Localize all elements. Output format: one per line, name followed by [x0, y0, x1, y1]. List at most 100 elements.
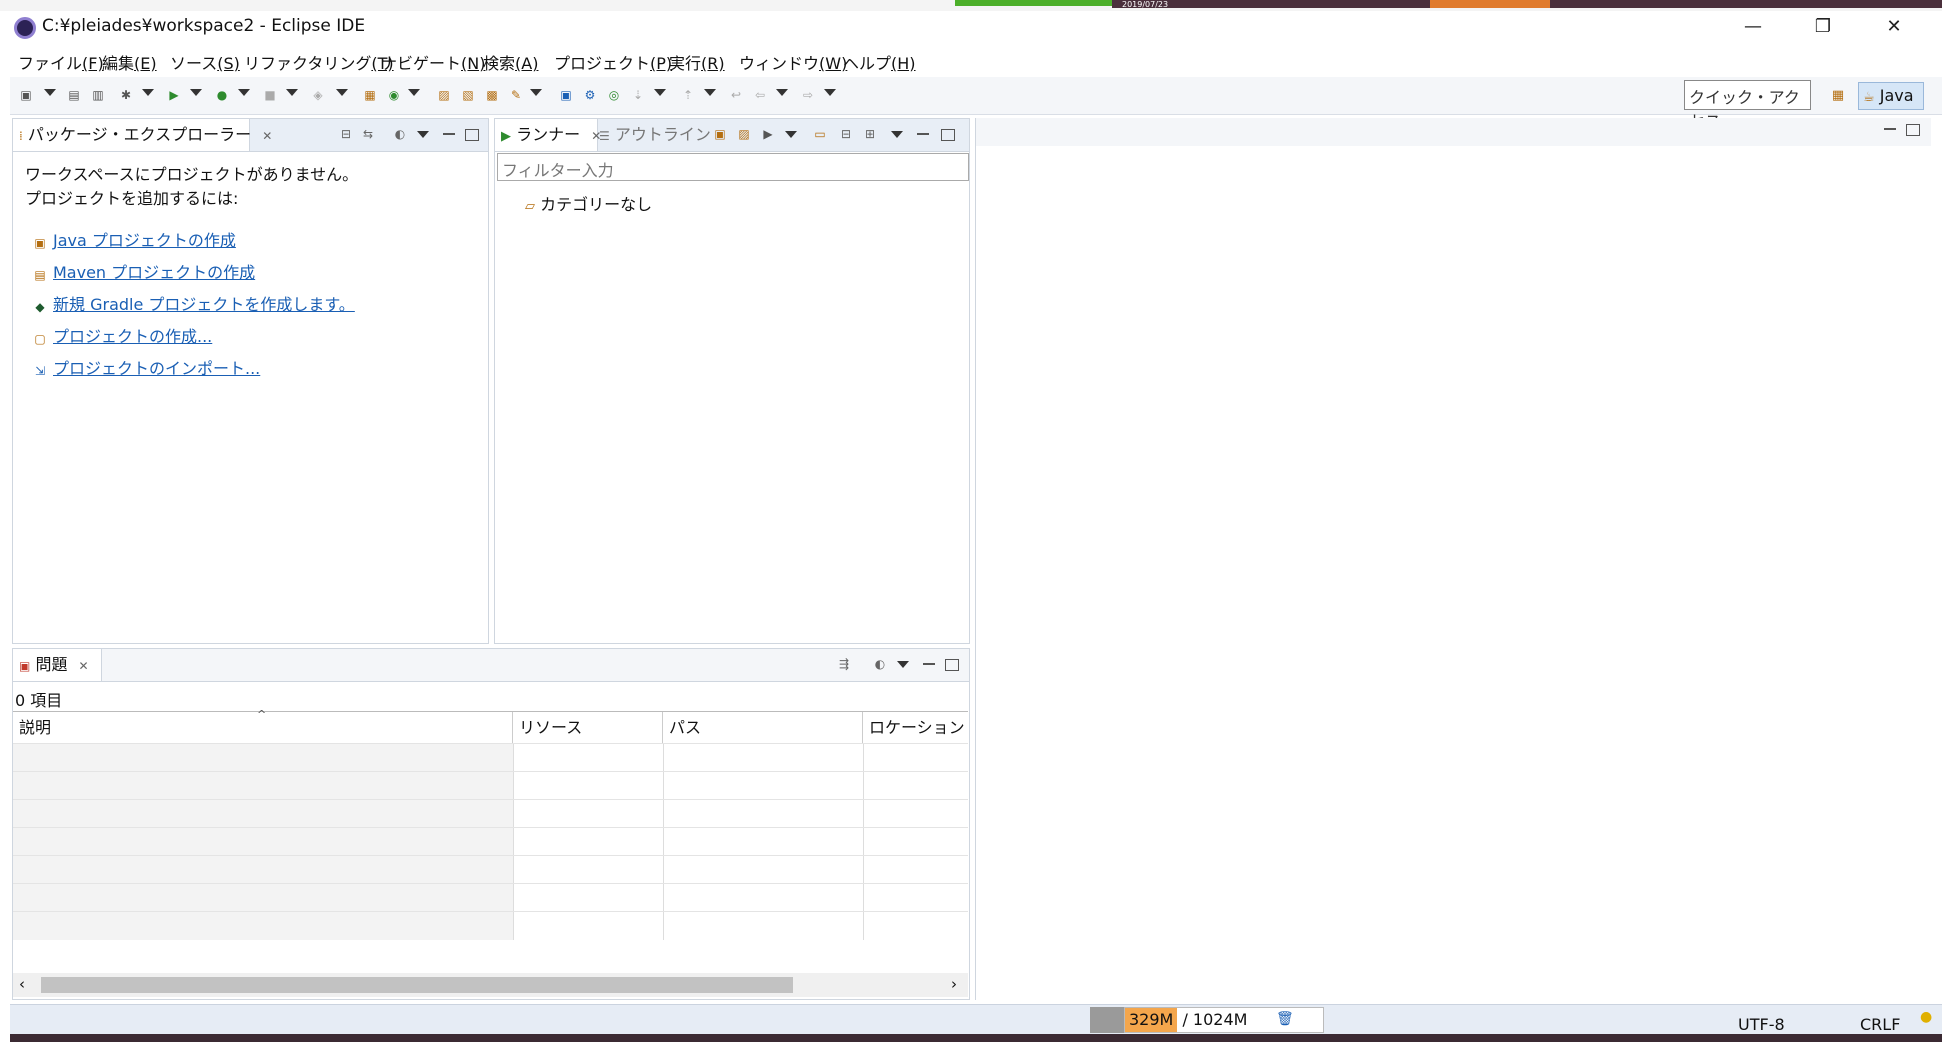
settings-icon[interactable]: ⚙: [582, 87, 598, 103]
prev-annotation-dropdown-icon[interactable]: [704, 89, 716, 96]
external-tools-icon[interactable]: ●: [214, 87, 230, 103]
open-resource-icon[interactable]: ▧: [460, 87, 476, 103]
quick-access-input[interactable]: クイック・アクセス: [1684, 80, 1811, 131]
runner-expand-icon[interactable]: ⊞: [863, 127, 877, 141]
debug-dropdown-icon[interactable]: [142, 89, 154, 96]
tab-problems[interactable]: ▣ 問題 ✕: [13, 649, 102, 681]
minimize-view-icon[interactable]: [443, 133, 455, 135]
back-icon[interactable]: ⇦: [752, 87, 768, 103]
menu-navigate[interactable]: ナビゲート(N): [381, 50, 485, 74]
collapse-all-icon[interactable]: ⊟: [339, 127, 353, 141]
column-location[interactable]: ロケーション: [863, 712, 968, 744]
editor-maximize-icon[interactable]: [1906, 124, 1920, 136]
editor-minimize-icon[interactable]: [1884, 128, 1896, 130]
runner-maximize-icon[interactable]: [941, 129, 955, 141]
new-class-icon[interactable]: ◉: [386, 87, 402, 103]
java-perspective-button[interactable]: ☕ Java: [1858, 82, 1924, 110]
external-tools-dropdown-icon[interactable]: [238, 89, 250, 96]
maximize-view-icon[interactable]: [465, 129, 479, 141]
menu-run[interactable]: 実行(R): [669, 50, 725, 74]
focus-task-icon[interactable]: ◐: [393, 127, 407, 141]
line-delimiter[interactable]: CRLF: [1860, 1015, 1900, 1034]
problems-view-menu-icon[interactable]: [897, 661, 909, 668]
problems-focus-icon[interactable]: ◐: [873, 657, 887, 671]
debug-icon[interactable]: ✱: [118, 87, 134, 103]
heap-used: 329M: [1125, 1008, 1178, 1032]
server-icon[interactable]: ◎: [606, 87, 622, 103]
menu-window[interactable]: ウィンドウ(W): [739, 50, 847, 74]
last-edit-icon[interactable]: ↩: [728, 87, 744, 103]
menu-refactor[interactable]: リファクタリング(T): [244, 50, 394, 74]
menu-search[interactable]: 検索(A): [483, 50, 538, 74]
open-perspective-icon[interactable]: ▦: [1830, 88, 1846, 104]
runner-collapse-icon[interactable]: ⊟: [839, 127, 853, 141]
back-dropdown-icon[interactable]: [776, 89, 788, 96]
next-annotation-icon[interactable]: ⇣: [630, 87, 646, 103]
search-tool-icon[interactable]: ✎: [508, 87, 524, 103]
close-tab-icon[interactable]: ✕: [262, 129, 272, 143]
new-class-dropdown-icon[interactable]: [408, 89, 420, 96]
column-path[interactable]: パス: [663, 712, 863, 744]
scroll-left-icon[interactable]: ‹: [19, 975, 25, 993]
menu-file[interactable]: ファイル(F): [18, 50, 104, 74]
menu-project[interactable]: プロジェクト(P): [554, 50, 672, 74]
forward-dropdown-icon[interactable]: [824, 89, 836, 96]
forward-icon[interactable]: ⇨: [800, 87, 816, 103]
horizontal-scrollbar[interactable]: ‹ ›: [13, 973, 968, 997]
file-encoding[interactable]: UTF-8: [1738, 1015, 1785, 1034]
runner-run-icon[interactable]: ▶: [761, 127, 775, 141]
new-dropdown-icon[interactable]: [44, 89, 56, 96]
link-new-project[interactable]: ▢ プロジェクトの作成...: [33, 321, 355, 353]
save-icon[interactable]: ▤: [66, 87, 82, 103]
column-resource[interactable]: リソース: [513, 712, 663, 744]
heap-status[interactable]: 329M / 1024M: [1124, 1007, 1324, 1033]
link-java-project[interactable]: ▣ Java プロジェクトの作成: [33, 225, 355, 257]
new-icon[interactable]: ▣: [18, 87, 34, 103]
problems-maximize-icon[interactable]: [945, 659, 959, 671]
terminate-dropdown-icon[interactable]: [286, 89, 298, 96]
menu-help[interactable]: ヘルプ(H): [843, 50, 916, 74]
runner-view-menu-icon[interactable]: [891, 131, 903, 138]
runner-minimize-icon[interactable]: [917, 133, 929, 135]
scrollbar-thumb[interactable]: [41, 977, 793, 993]
save-all-icon[interactable]: ▥: [90, 87, 106, 103]
close-problems-tab-icon[interactable]: ✕: [79, 659, 89, 673]
link-with-editor-icon[interactable]: ⇆: [361, 127, 375, 141]
tab-package-explorer[interactable]: ⁞ パッケージ・エクスプローラー ✕: [13, 119, 272, 151]
console-icon[interactable]: ▣: [558, 87, 574, 103]
new-java-package-icon[interactable]: ▦: [362, 87, 378, 103]
view-menu-icon[interactable]: [417, 131, 429, 138]
tab-runner[interactable]: ▶ ランナー ✕: [495, 119, 601, 151]
runner-new-icon[interactable]: ▣: [713, 127, 727, 141]
tip-lightbulb-icon[interactable]: ●: [1920, 1009, 1932, 1025]
link-import-project[interactable]: ⇲ プロジェクトのインポート...: [33, 353, 355, 385]
tab-outline[interactable]: ☰ アウトライン: [599, 119, 711, 151]
coverage-icon[interactable]: ◈: [310, 87, 326, 103]
restore-button[interactable]: ❐: [1805, 14, 1841, 40]
prev-annotation-icon[interactable]: ⇡: [680, 87, 696, 103]
runner-open-icon[interactable]: ▨: [737, 127, 751, 141]
open-type-icon[interactable]: ▨: [436, 87, 452, 103]
run-dropdown-icon[interactable]: [190, 89, 202, 96]
scroll-right-icon[interactable]: ›: [951, 975, 957, 993]
menu-edit[interactable]: 編集(E): [102, 50, 157, 74]
package-explorer-header: ⁞ パッケージ・エクスプローラー ✕ ⊟ ⇆ ◐: [13, 119, 488, 152]
runner-run-dropdown-icon[interactable]: [785, 131, 797, 138]
open-task-icon[interactable]: ▩: [484, 87, 500, 103]
close-window-button[interactable]: ✕: [1876, 14, 1912, 40]
next-annotation-dropdown-icon[interactable]: [654, 89, 666, 96]
search-dropdown-icon[interactable]: [530, 89, 542, 96]
link-gradle-project[interactable]: ◆ 新規 Gradle プロジェクトを作成します。: [33, 289, 354, 321]
runner-tree-item[interactable]: ▱ カテゴリーなし: [525, 191, 652, 215]
link-maven-project[interactable]: ▤ Maven プロジェクトの作成: [33, 257, 355, 289]
menu-source[interactable]: ソース(S): [170, 50, 240, 74]
minimize-button[interactable]: —: [1735, 14, 1771, 40]
garbage-collect-icon[interactable]: 🗑: [1276, 1011, 1294, 1027]
coverage-dropdown-icon[interactable]: [336, 89, 348, 96]
runner-filter-input[interactable]: フィルター入力: [497, 153, 969, 181]
problems-minimize-icon[interactable]: [923, 663, 935, 665]
problems-filter-icon[interactable]: ⇶: [837, 657, 851, 671]
runner-folder-icon[interactable]: ▭: [813, 127, 827, 141]
terminate-icon[interactable]: ■: [262, 87, 278, 103]
run-icon[interactable]: ▶: [166, 87, 182, 103]
